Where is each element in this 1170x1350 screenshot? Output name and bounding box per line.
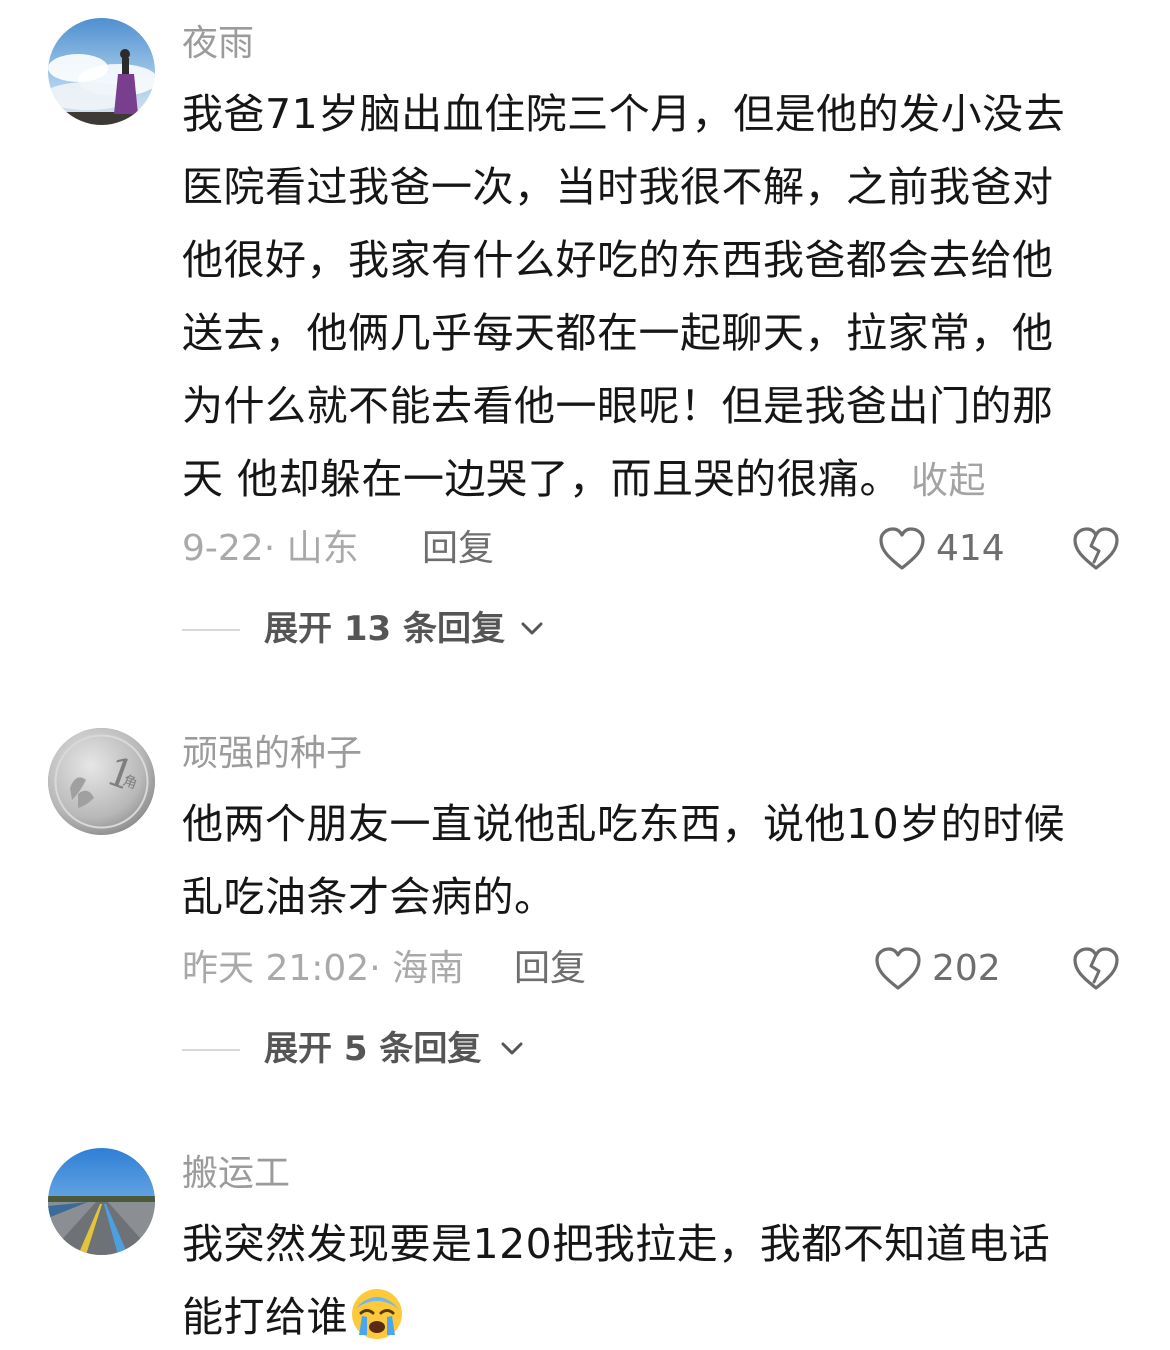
avatar[interactable]: 1 角 bbox=[48, 728, 155, 835]
heart-icon bbox=[875, 947, 921, 990]
avatar-road-icon bbox=[48, 1148, 155, 1255]
comment-line-last: 天 他却躲在一边哭了，而且哭的很痛。 收起 bbox=[182, 443, 1127, 517]
collapse-link[interactable]: 收起 bbox=[911, 459, 986, 502]
comment-meta: 昨天 21:02· 海南 回复 202 bbox=[182, 944, 1122, 994]
avatar[interactable] bbox=[48, 18, 155, 125]
expand-replies-label: 展开 5 条回复 bbox=[264, 1029, 482, 1069]
crying-face-icon bbox=[352, 1289, 402, 1339]
username[interactable]: 搬运工 bbox=[182, 1152, 290, 1196]
avatar-sky-figure-icon bbox=[48, 18, 155, 125]
comment-line: 送去，他俩几乎每天都在一起聊天，拉家常，他 bbox=[182, 309, 1054, 357]
divider bbox=[182, 1049, 240, 1051]
username[interactable]: 夜雨 bbox=[182, 22, 254, 66]
broken-heart-icon[interactable] bbox=[1072, 946, 1120, 992]
comment-text: 他两个朋友一直说他乱吃东西，说他10岁的时候 乱吃油条才会病的。 bbox=[182, 788, 1127, 934]
comment-line-text: 能打给谁 bbox=[182, 1293, 348, 1341]
heart-icon bbox=[879, 527, 925, 570]
comment-text: 我爸71岁脑出血住院三个月，但是他的发小没去 医院看过我爸一次，当时我很不解，之… bbox=[182, 78, 1127, 517]
time-location: 9-22· 山东 bbox=[182, 528, 359, 569]
avatar-coin-icon: 1 角 bbox=[48, 728, 155, 835]
comment-list: 夜雨 我爸71岁脑出血住院三个月，但是他的发小没去 医院看过我爸一次，当时我很不… bbox=[0, 0, 1170, 1350]
comment-line: 我爸71岁脑出血住院三个月，但是他的发小没去 bbox=[182, 90, 1066, 138]
expand-replies-label: 展开 13 条回复 bbox=[264, 609, 505, 649]
expand-replies[interactable]: 展开 5 条回复 bbox=[182, 1024, 542, 1074]
comment-line: 他两个朋友一直说他乱吃东西，说他10岁的时候 bbox=[182, 800, 1066, 848]
chevron-down-icon bbox=[521, 622, 543, 635]
divider bbox=[182, 629, 240, 631]
username[interactable]: 顽强的种子 bbox=[182, 732, 362, 776]
comment-meta: 9-22· 山东 回复 414 bbox=[182, 524, 1122, 574]
broken-heart-icon[interactable] bbox=[1072, 526, 1120, 572]
comment-text: 我突然发现要是120把我拉走，我都不知道电话 能打给谁 bbox=[182, 1208, 1127, 1350]
expand-replies[interactable]: 展开 13 条回复 bbox=[182, 604, 562, 654]
reply-button[interactable]: 回复 bbox=[422, 524, 494, 574]
chevron-down-icon bbox=[501, 1042, 523, 1055]
like-count: 202 bbox=[932, 948, 1001, 989]
time-location: 昨天 21:02· 海南 bbox=[182, 948, 465, 989]
avatar[interactable] bbox=[48, 1148, 155, 1255]
comment-line: 乱吃油条才会病的。 bbox=[182, 873, 556, 921]
comment-line-text: 天 他却躲在一边哭了，而且哭的很痛。 bbox=[182, 455, 902, 503]
like-count: 414 bbox=[936, 528, 1005, 569]
comment-line: 他很好，我家有什么好吃的东西我爸都会去给他 bbox=[182, 236, 1054, 284]
reply-button[interactable]: 回复 bbox=[514, 944, 586, 994]
comment-line: 为什么就不能去看他一眼呢！但是我爸出门的那 bbox=[182, 382, 1054, 430]
comment-line: 我突然发现要是120把我拉走，我都不知道电话 bbox=[182, 1220, 1051, 1268]
comment-line: 医院看过我爸一次，当时我很不解，之前我爸对 bbox=[182, 163, 1054, 211]
comment-line-last: 能打给谁 bbox=[182, 1281, 1127, 1350]
